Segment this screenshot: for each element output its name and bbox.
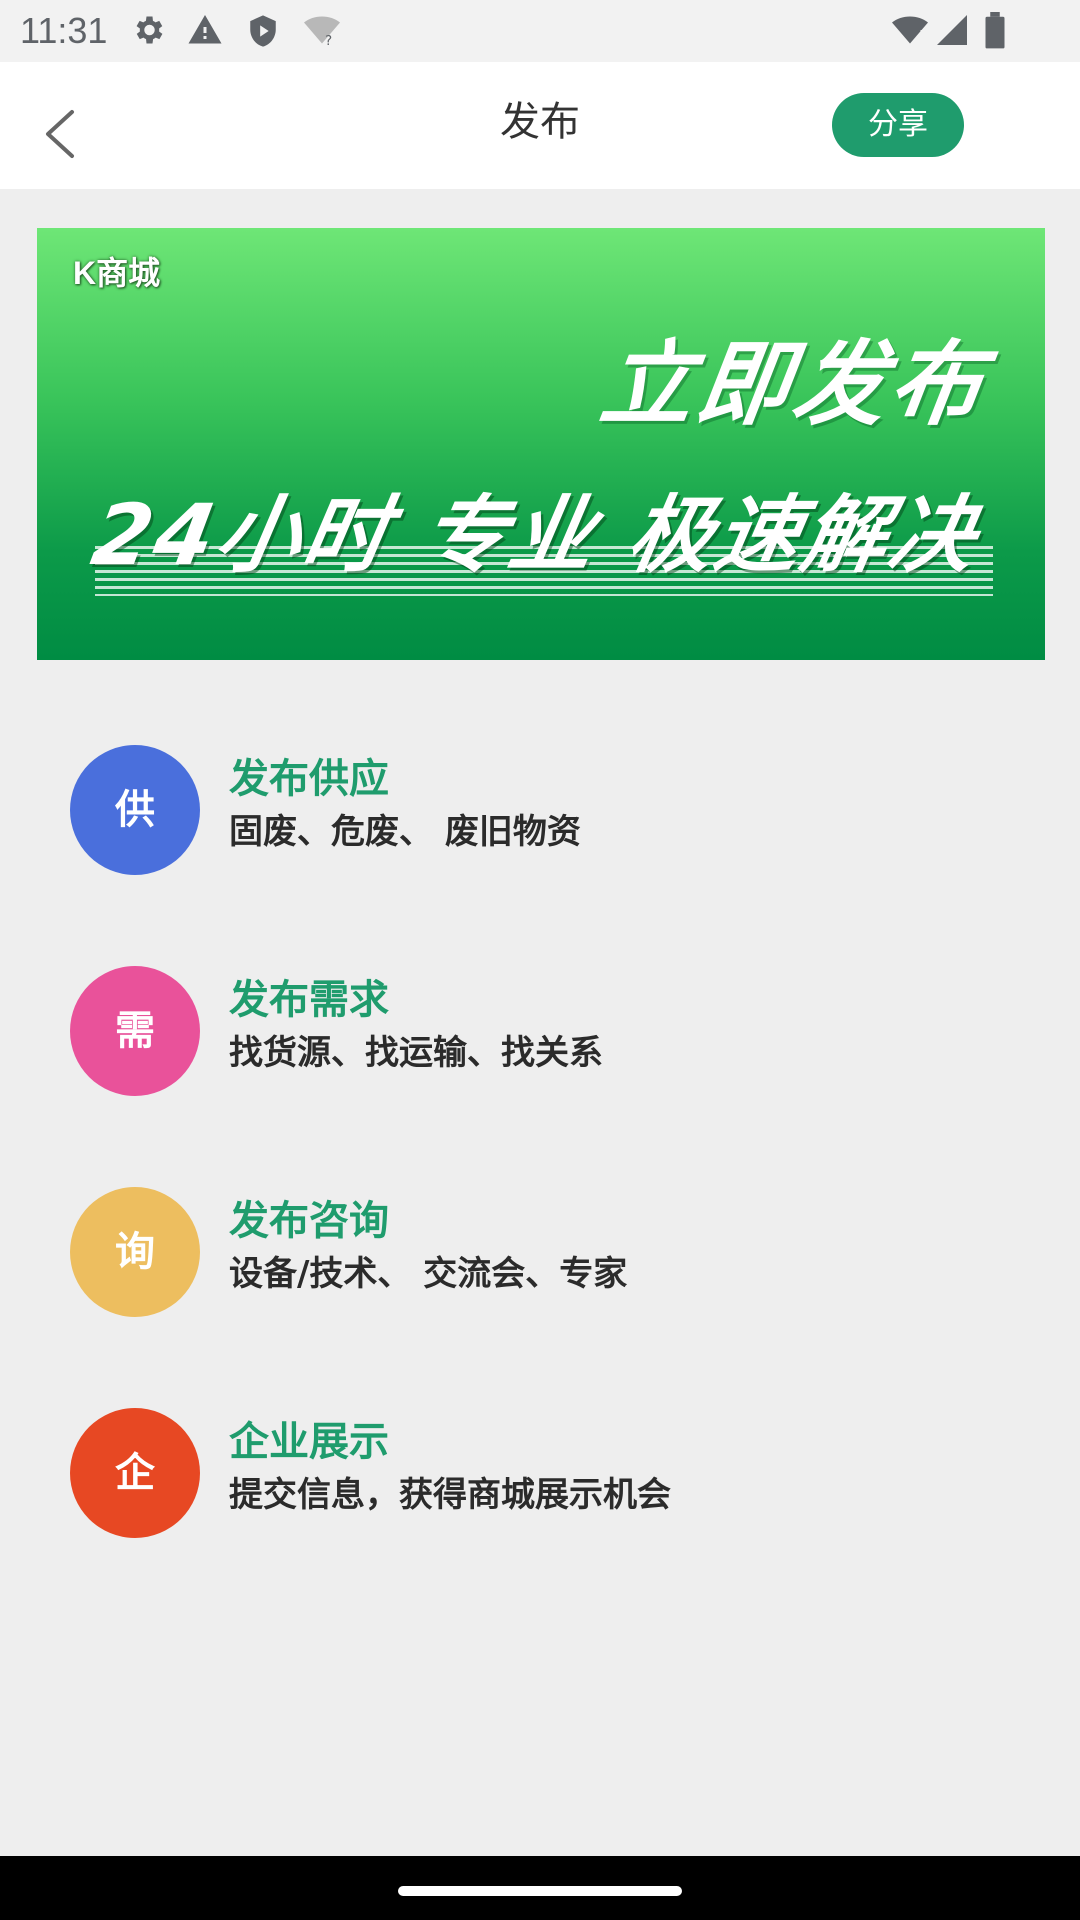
- wifi-icon: [892, 16, 928, 44]
- status-time: 11:31: [20, 10, 108, 51]
- menu-item-demand[interactable]: 需 发布需求 找货源、找运输、找关系: [0, 966, 1080, 1106]
- status-bar: 11:31 ?: [0, 0, 1080, 62]
- menu-item-desc: 找货源、找运输、找关系: [229, 1033, 603, 1073]
- menu-item-desc: 提交信息，获得商城展示机会: [229, 1475, 671, 1515]
- banner-brand: K商城: [73, 255, 161, 291]
- gear-icon: [136, 16, 163, 44]
- publish-page: 11:31 ? 发布 分享 K商城 立即发布 24小时 专业 极速解决 供 发布…: [0, 0, 1080, 1920]
- share-button[interactable]: 分享: [832, 93, 964, 157]
- menu-item-supply[interactable]: 供 发布供应 固废、危废、 废旧物资: [0, 745, 1080, 885]
- supply-badge-icon: 供: [70, 745, 200, 875]
- app-header: 发布 分享: [0, 62, 1080, 189]
- menu-item-title: 发布需求: [229, 977, 389, 1023]
- enterprise-badge-icon: 企: [70, 1408, 200, 1538]
- battery-icon: [985, 12, 1005, 49]
- consult-badge-icon: 询: [70, 1187, 200, 1317]
- banner-subline: 24小时 专业 极速解决: [85, 486, 986, 584]
- menu-item-title: 发布咨询: [229, 1198, 389, 1244]
- banner-headline: 立即发布: [594, 331, 994, 438]
- menu-item-consult[interactable]: 询 发布咨询 设备/技术、 交流会、专家: [0, 1187, 1080, 1327]
- signal-icon: [937, 15, 967, 45]
- promo-banner[interactable]: K商城 立即发布 24小时 专业 极速解决: [37, 228, 1045, 660]
- demand-badge-icon: 需: [70, 966, 200, 1096]
- menu-item-title: 企业展示: [229, 1419, 389, 1465]
- svg-text:?: ?: [325, 33, 332, 48]
- wifi-question-icon: ?: [304, 16, 340, 48]
- menu-item-desc: 设备/技术、 交流会、专家: [229, 1254, 628, 1294]
- menu-item-title: 发布供应: [229, 756, 389, 802]
- shield-icon: [250, 15, 276, 47]
- system-nav-bar: [0, 1856, 1080, 1920]
- warning-icon: [188, 15, 222, 44]
- menu-item-desc: 固废、危废、 废旧物资: [229, 812, 581, 852]
- menu-item-enterprise[interactable]: 企 企业展示 提交信息，获得商城展示机会: [0, 1408, 1080, 1548]
- home-indicator[interactable]: [398, 1886, 682, 1896]
